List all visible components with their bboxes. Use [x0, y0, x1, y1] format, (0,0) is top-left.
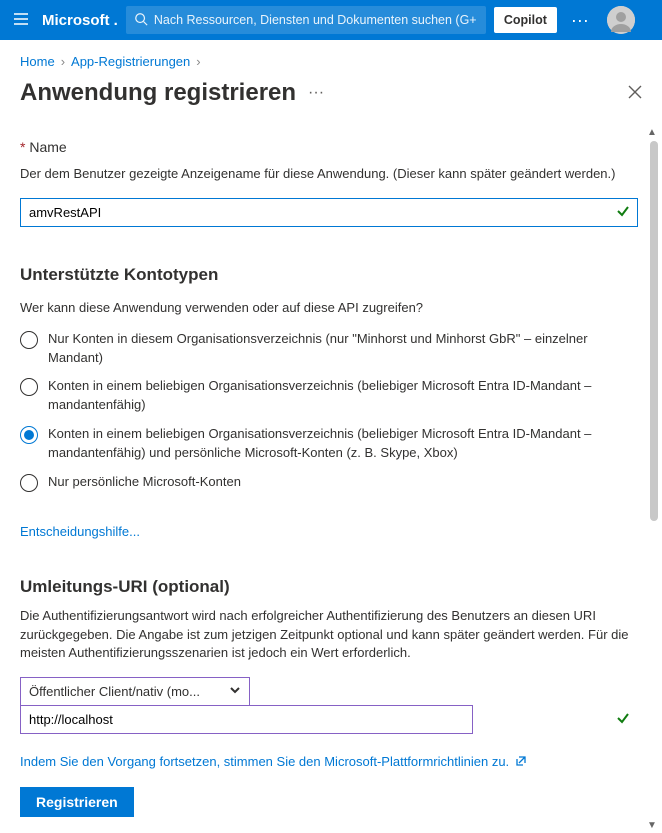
account-types-help: Wer kann diese Anwendung verwenden oder … — [20, 299, 638, 318]
search-icon — [134, 12, 148, 29]
redirect-uri-help: Die Authentifizierungsantwort wird nach … — [20, 607, 638, 664]
scrollbar-thumb[interactable] — [650, 141, 658, 521]
radio-icon — [20, 331, 38, 349]
footer: Registrieren — [0, 769, 662, 833]
page-title: Anwendung registrieren — [20, 79, 296, 107]
radio-label: Konten in einem beliebigen Organisations… — [48, 425, 638, 463]
name-input-wrap — [20, 198, 638, 227]
vertical-scrollbar[interactable]: ▲ ▼ — [648, 139, 658, 819]
radio-icon — [20, 426, 38, 444]
redirect-uri-input-wrap — [20, 705, 638, 734]
name-input[interactable] — [20, 198, 638, 227]
account-type-option-1[interactable]: Konten in einem beliebigen Organisations… — [20, 377, 638, 415]
brand-label: Microsoft . — [42, 12, 118, 29]
search-box[interactable] — [126, 6, 486, 34]
redirect-uri-input[interactable] — [20, 705, 473, 734]
required-asterisk: * — [20, 139, 25, 155]
search-input[interactable] — [154, 13, 478, 27]
platform-policy-link[interactable]: Indem Sie den Vorgang fortsetzen, stimme… — [20, 754, 527, 769]
more-icon[interactable]: ··· — [565, 10, 595, 31]
radio-icon — [20, 474, 38, 492]
chevron-right-icon: › — [61, 54, 65, 69]
chevron-down-icon — [229, 684, 241, 699]
copilot-button[interactable]: Copilot — [494, 7, 557, 33]
breadcrumb-home[interactable]: Home — [20, 54, 55, 69]
avatar[interactable] — [607, 6, 635, 34]
decision-help-link[interactable]: Entscheidungshilfe... — [20, 524, 140, 539]
close-icon[interactable] — [628, 85, 642, 102]
scroll-up-arrow-icon[interactable]: ▲ — [647, 127, 657, 138]
platform-select-value: Öffentlicher Client/nativ (mo... — [29, 684, 200, 699]
check-icon — [616, 204, 630, 221]
title-row: Anwendung registrieren ··· — [0, 75, 662, 125]
name-help: Der dem Benutzer gezeigte Anzeigename fü… — [20, 165, 638, 184]
menu-icon[interactable] — [8, 6, 34, 35]
breadcrumb-appreg[interactable]: App-Registrierungen — [71, 54, 190, 69]
register-button[interactable]: Registrieren — [20, 787, 134, 817]
radio-icon — [20, 378, 38, 396]
more-commands-icon[interactable]: ··· — [296, 84, 336, 102]
account-types-radiogroup: Nur Konten in diesem Organisationsverzei… — [20, 330, 638, 492]
account-types-heading: Unterstützte Kontotypen — [20, 265, 638, 285]
scroll-down-arrow-icon[interactable]: ▼ — [647, 820, 657, 831]
account-type-option-3[interactable]: Nur persönliche Microsoft-Konten — [20, 473, 638, 492]
top-header-bar: Microsoft . Copilot ··· — [0, 0, 662, 40]
redirect-uri-heading: Umleitungs-URI (optional) — [20, 577, 638, 597]
account-type-option-0[interactable]: Nur Konten in diesem Organisationsverzei… — [20, 330, 638, 368]
external-link-icon — [513, 754, 527, 769]
account-type-option-2[interactable]: Konten in einem beliebigen Organisations… — [20, 425, 638, 463]
radio-label: Nur Konten in diesem Organisationsverzei… — [48, 330, 638, 368]
radio-label: Nur persönliche Microsoft-Konten — [48, 473, 241, 492]
chevron-right-icon: › — [196, 54, 200, 69]
form-panel: ▲ ▼ * Name Der dem Benutzer gezeigte Anz… — [0, 139, 662, 734]
consent-row: Indem Sie den Vorgang fortsetzen, stimme… — [0, 734, 662, 769]
platform-select[interactable]: Öffentlicher Client/nativ (mo... — [20, 677, 250, 706]
name-label: * Name — [20, 139, 638, 155]
breadcrumb: Home › App-Registrierungen › — [0, 40, 662, 75]
radio-label: Konten in einem beliebigen Organisations… — [48, 377, 638, 415]
check-icon — [616, 711, 630, 728]
